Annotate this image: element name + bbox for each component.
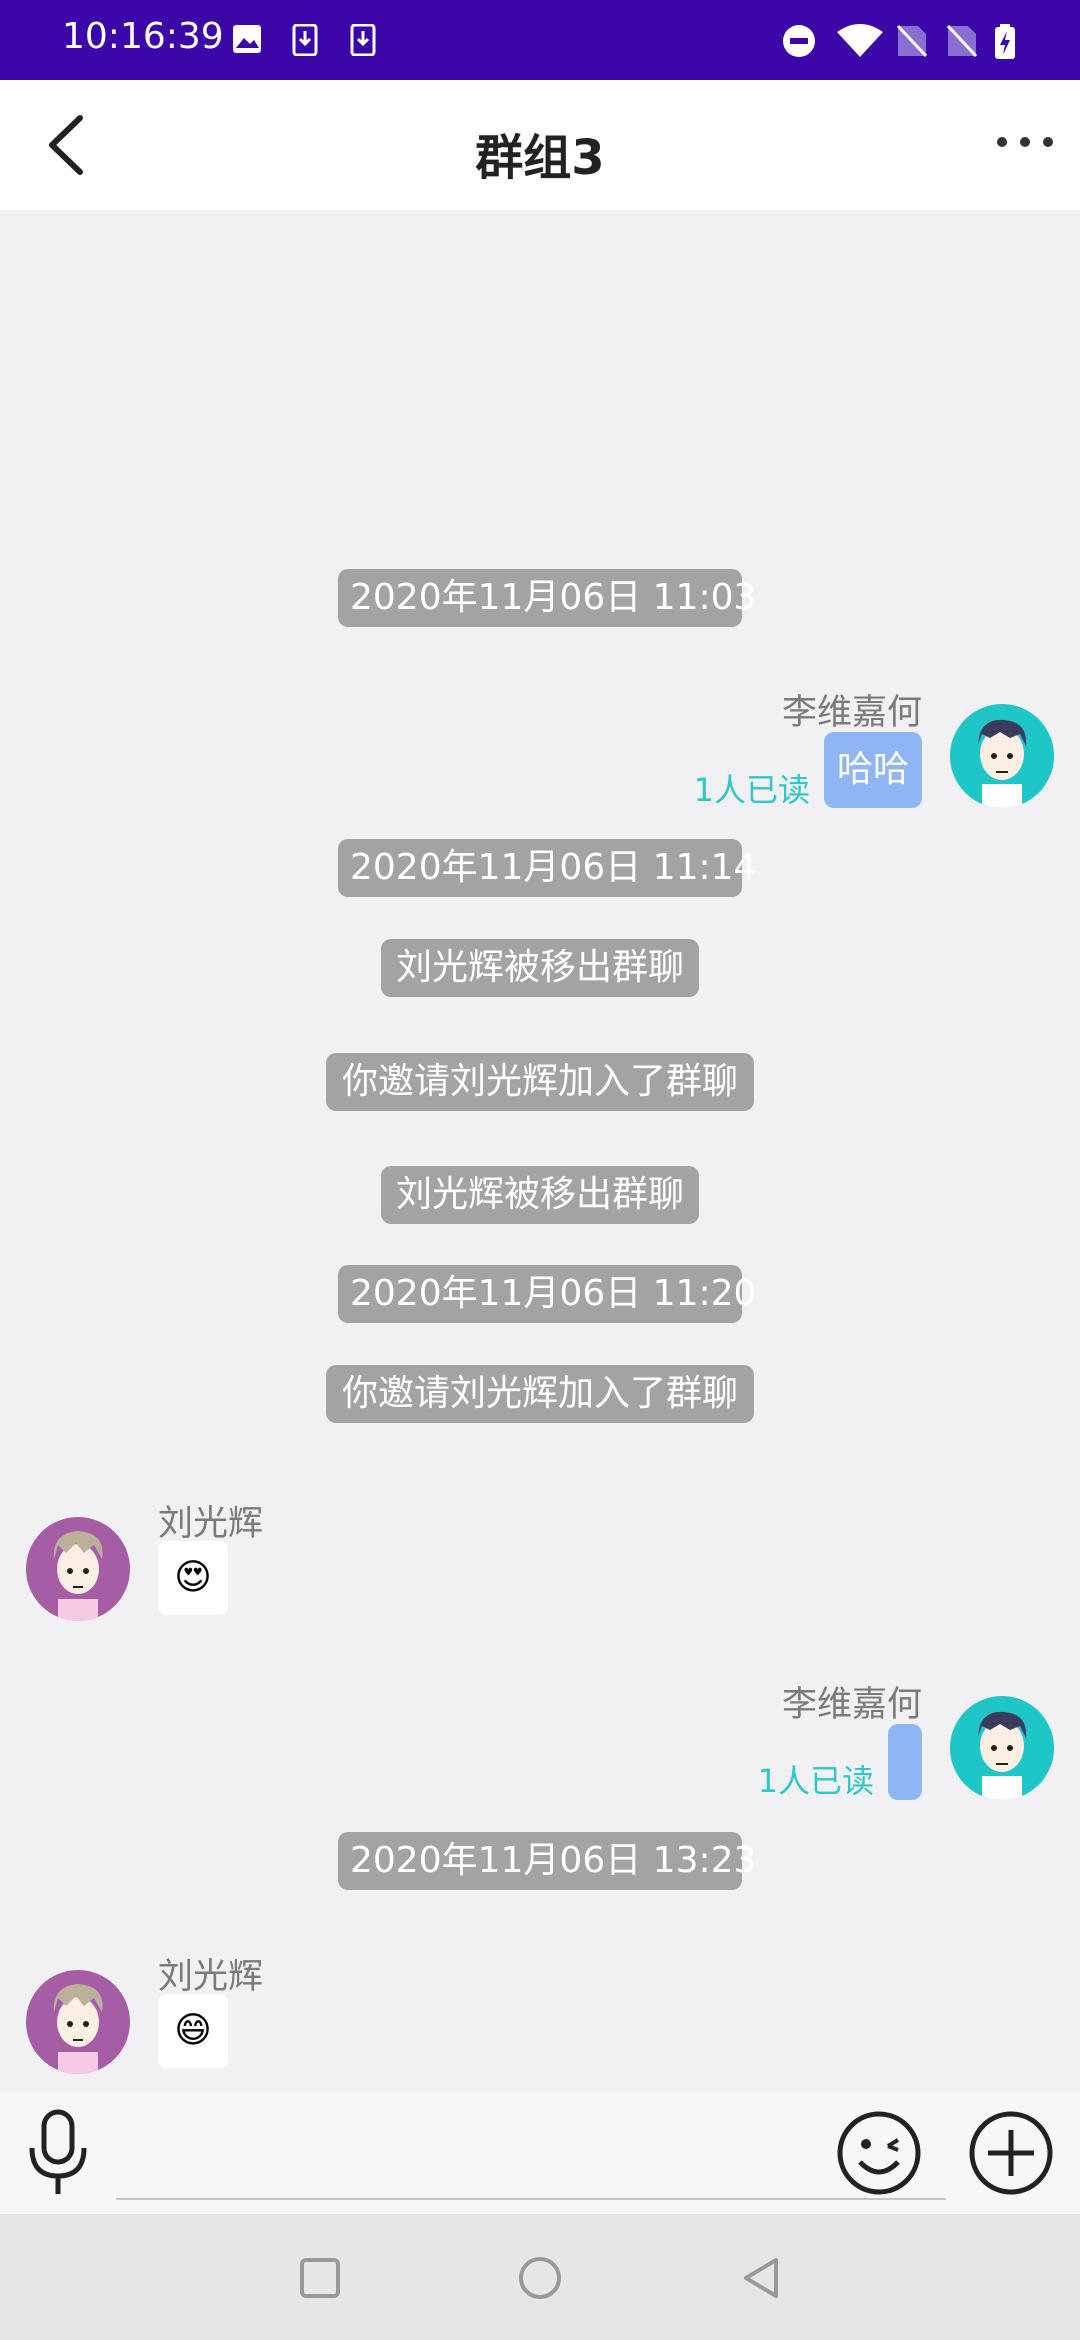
avatar-self[interactable] [950, 704, 1054, 808]
battery-charging-icon [995, 24, 1015, 59]
download-notification-icon-2 [350, 24, 376, 56]
status-bar: 10:16:39 [0, 0, 1080, 80]
avatar-contact[interactable] [26, 1970, 130, 2074]
do-not-disturb-icon [783, 25, 815, 57]
image-notification-icon [233, 25, 261, 53]
plus-icon[interactable] [968, 2110, 1054, 2196]
timestamp-pill: 2020年11月06日 13:23 [338, 1832, 756, 1890]
timestamp-pill: 2020年11月06日 11:20 [338, 1265, 756, 1323]
microphone-icon[interactable] [22, 2108, 94, 2198]
system-message: 刘光辉被移出群聊 [381, 939, 699, 997]
system-message: 你邀请刘光辉加入了群聊 [326, 1053, 754, 1111]
avatar-contact[interactable] [26, 1517, 130, 1621]
message-bubble-incoming[interactable]: 😍 [158, 1541, 228, 1615]
more-dots-icon[interactable] [990, 122, 1060, 162]
page-title: 群组3 [475, 130, 605, 186]
sender-name: 李维嘉何 [781, 693, 922, 733]
timestamp-pill: 2020年11月06日 11:14 [338, 839, 756, 897]
timestamp-pill: 2020年11月06日 11:03 [338, 569, 756, 627]
download-notification-icon [292, 24, 318, 56]
read-receipt: 1人已读 [693, 771, 810, 809]
read-receipt: 1人已读 [757, 1762, 874, 1800]
message-list[interactable]: 2020年11月06日 11:03 李维嘉何 1人已读 哈哈 2020年11月0… [0, 210, 1080, 2092]
system-message: 你邀请刘光辉加入了群聊 [326, 1365, 754, 1423]
nav-back-icon[interactable] [738, 2254, 786, 2302]
no-sim-icon [896, 24, 928, 58]
chat-header: 群组3 [0, 80, 1080, 210]
message-input[interactable] [116, 2110, 946, 2200]
avatar-self[interactable] [950, 1696, 1054, 1800]
sender-name: 李维嘉何 [781, 1685, 922, 1725]
input-bar [0, 2092, 1080, 2214]
sender-name: 刘光辉 [158, 1504, 264, 1544]
system-nav-bar [0, 2214, 1080, 2340]
no-sim-icon-2 [946, 24, 978, 58]
message-bubble-outgoing[interactable] [888, 1724, 922, 1800]
nav-circle-icon[interactable] [516, 2254, 564, 2302]
system-message: 刘光辉被移出群聊 [381, 1166, 699, 1224]
sender-name: 刘光辉 [158, 1957, 264, 1997]
nav-square-icon[interactable] [296, 2254, 344, 2302]
message-bubble-outgoing[interactable]: 哈哈 [824, 732, 922, 808]
message-bubble-incoming[interactable]: 😄 [158, 1994, 228, 2068]
emoji-icon[interactable] [836, 2110, 922, 2196]
wifi-icon [837, 24, 883, 57]
status-time: 10:16:39 [62, 16, 224, 57]
